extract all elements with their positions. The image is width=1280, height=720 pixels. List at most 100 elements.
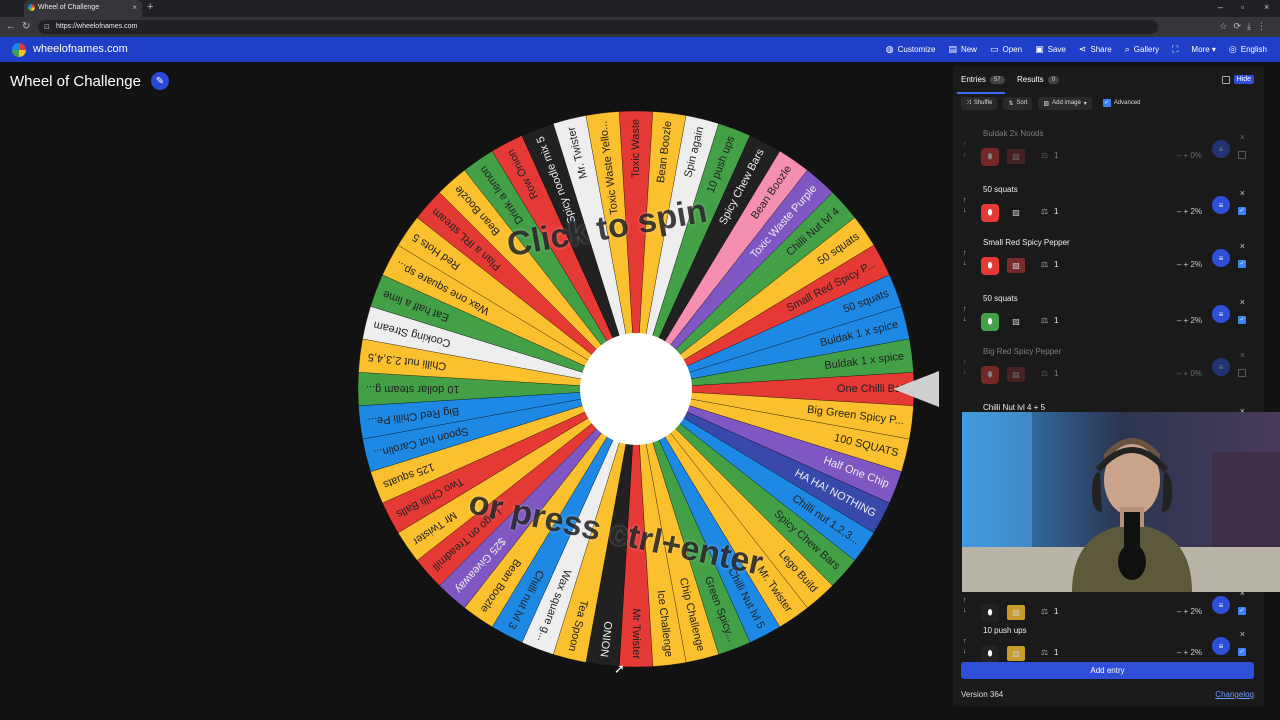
entry-weight[interactable]: 1 (1054, 607, 1058, 616)
entry-name[interactable]: 10 push ups (983, 626, 1027, 635)
sliders-icon: ≡ (1218, 200, 1224, 210)
edit-title-button[interactable]: ✎ (150, 72, 169, 90)
minimize-icon[interactable]: – (1218, 2, 1223, 12)
remove-entry-icon[interactable]: × (1240, 297, 1245, 307)
entry-name[interactable]: Big Red Spicy Pepper (983, 347, 1061, 356)
reorder-arrows-icon[interactable]: ↑↓ (963, 358, 967, 378)
entry-row[interactable]: Small Red Spicy Pepper ↑ ↓ ⬮ ▨ ⚖ 1 – + 2%… (953, 233, 1264, 287)
menu-open[interactable]: ▭ Open (990, 44, 1022, 55)
add-image-button[interactable]: ▨ Add image ▾ (1038, 96, 1092, 110)
sort-button[interactable]: ⇅ Sort (1003, 96, 1033, 110)
entry-weight[interactable]: 1 (1054, 260, 1058, 269)
extensions-icon[interactable]: ☆⟳⤓⋮ (1219, 21, 1272, 32)
hide-toggle[interactable]: Hide (1221, 75, 1254, 84)
remove-entry-icon[interactable]: × (1240, 350, 1245, 360)
remove-entry-icon[interactable]: × (1240, 629, 1245, 639)
entry-color-swatch[interactable]: ⬮ (981, 604, 999, 622)
site-name[interactable]: wheelofnames.com (33, 43, 128, 55)
entry-percentage: – + 0% (1176, 369, 1202, 378)
entry-enabled-checkbox[interactable]: ✓ (1238, 316, 1246, 324)
entry-name[interactable]: Buldak 2x Noods (983, 129, 1043, 138)
entry-color-swatch[interactable]: ⬮ (981, 257, 999, 275)
wheel-title: Wheel of Challenge (10, 72, 141, 90)
entry-name[interactable]: Chilli Nut lvl 4 + 5 (983, 403, 1045, 412)
entry-image-button[interactable]: ▨ (1007, 205, 1025, 220)
close-tab-icon[interactable]: × (132, 3, 137, 12)
url-bar[interactable]: ⊡ https://wheelofnames.com (38, 20, 1158, 34)
wheel-center[interactable] (580, 333, 692, 445)
entry-settings-button[interactable]: ≡ (1212, 637, 1230, 655)
entry-row[interactable]: Buldak 2x Noods ↑ ↓ ⬮ ▨ ⚖ 1 – + 0% ≡ × (953, 124, 1264, 178)
entry-weight[interactable]: 1 (1054, 369, 1058, 378)
reorder-arrows-icon[interactable]: ↑↓ (963, 249, 967, 269)
reorder-arrows-icon[interactable]: ↑↓ (963, 305, 967, 325)
reorder-arrows-icon[interactable]: ↑↓ (963, 637, 967, 657)
entry-weight[interactable]: 1 (1054, 151, 1058, 160)
add-entry-button[interactable]: Add entry (961, 662, 1254, 679)
entry-enabled-checkbox[interactable]: ✓ (1238, 648, 1246, 656)
remove-entry-icon[interactable]: × (1240, 241, 1245, 251)
wheel-graphic[interactable]: One Chilli BallBig Green Spicy P...100 S… (356, 109, 916, 669)
entry-enabled-checkbox[interactable] (1238, 369, 1246, 377)
menu-new[interactable]: ▤ New (948, 44, 977, 55)
entry-color-swatch[interactable]: ⬮ (981, 645, 999, 663)
shuffle-button[interactable]: ⤨ Shuffle (961, 96, 998, 110)
entry-enabled-checkbox[interactable]: ✓ (1238, 207, 1246, 215)
entry-name[interactable]: 50 squats (983, 294, 1018, 303)
entry-image-button[interactable]: ▨ (1007, 605, 1025, 620)
menu-more[interactable]: More ▾ (1191, 45, 1215, 54)
entry-color-swatch[interactable]: ⬮ (981, 366, 999, 384)
menu-language[interactable]: ◎ English (1229, 44, 1267, 55)
remove-entry-icon[interactable]: × (1240, 132, 1245, 142)
menu-share[interactable]: ⋖ Share (1079, 44, 1112, 55)
entry-color-swatch[interactable]: ⬮ (981, 148, 999, 166)
entry-settings-button[interactable]: ≡ (1212, 249, 1230, 267)
entry-image-button[interactable]: ▨ (1007, 149, 1025, 164)
tab-entries[interactable]: Entries 57 (961, 75, 1005, 84)
spin-wheel[interactable]: One Chilli Ball Big Green Spicy P... 100 S… (356, 109, 916, 669)
entry-color-swatch[interactable]: ⬮ (981, 313, 999, 331)
reorder-arrows-icon[interactable]: ↑↓ (963, 196, 967, 216)
entry-settings-button[interactable]: ≡ (1212, 140, 1230, 158)
entry-row[interactable]: Big Red Spicy Pepper ↑ ↓ ⬮ ▨ ⚖ 1 – + 0% ≡… (953, 342, 1264, 396)
entry-enabled-checkbox[interactable] (1238, 151, 1246, 159)
entry-enabled-checkbox[interactable]: ✓ (1238, 607, 1246, 615)
reorder-arrows-icon[interactable]: ↑↓ (963, 596, 967, 616)
remove-entry-icon[interactable]: × (1240, 188, 1245, 198)
logo-icon[interactable] (12, 43, 26, 57)
entry-name[interactable]: 50 squats (983, 185, 1018, 194)
entry-row[interactable]: 50 squats ↑ ↓ ⬮ ▨ ⚖ 1 – + 2% ≡ × ✓ (953, 289, 1264, 343)
entry-color-swatch[interactable]: ⬮ (981, 204, 999, 222)
tab-results[interactable]: Results 0 (1017, 75, 1060, 84)
entry-weight[interactable]: 1 (1054, 316, 1058, 325)
entry-enabled-checkbox[interactable]: ✓ (1238, 260, 1246, 268)
entry-weight[interactable]: 1 (1054, 207, 1058, 216)
entry-image-button[interactable]: ▨ (1007, 258, 1025, 273)
hide-checkbox[interactable] (1221, 75, 1230, 84)
advanced-checkbox[interactable]: ✓ (1102, 99, 1111, 107)
menu-save[interactable]: ▣ Save (1035, 44, 1066, 55)
browser-tab[interactable]: Wheel of Challenge × (24, 0, 142, 17)
reload-icon[interactable]: ↻ (22, 21, 30, 32)
entry-image-button[interactable]: ▨ (1007, 646, 1025, 661)
menu-customize[interactable]: ◍ Customize (886, 44, 936, 55)
changelog-link[interactable]: Changelog (1215, 690, 1254, 699)
maximize-icon[interactable]: ▫ (1241, 2, 1244, 12)
close-window-icon[interactable]: × (1264, 2, 1269, 12)
entry-settings-button[interactable]: ≡ (1212, 596, 1230, 614)
new-tab-icon[interactable]: + (147, 1, 153, 13)
advanced-toggle[interactable]: ✓ Advanced (1098, 96, 1146, 110)
menu-gallery[interactable]: ⌕ Gallery (1125, 44, 1159, 55)
reorder-arrows-icon[interactable]: ↑↓ (963, 140, 967, 160)
menu-fullscreen[interactable]: ⛶ (1172, 44, 1178, 55)
entry-settings-button[interactable]: ≡ (1212, 196, 1230, 214)
entry-settings-button[interactable]: ≡ (1212, 358, 1230, 376)
paint-icon: ⬮ (987, 208, 993, 217)
entry-weight[interactable]: 1 (1054, 648, 1058, 657)
back-icon[interactable]: ← (6, 21, 16, 32)
entry-name[interactable]: Small Red Spicy Pepper (983, 238, 1070, 247)
entry-image-button[interactable]: ▨ (1007, 367, 1025, 382)
entry-row[interactable]: 50 squats ↑ ↓ ⬮ ▨ ⚖ 1 – + 2% ≡ × ✓ (953, 180, 1264, 234)
entry-settings-button[interactable]: ≡ (1212, 305, 1230, 323)
entry-image-button[interactable]: ▨ (1007, 314, 1025, 329)
